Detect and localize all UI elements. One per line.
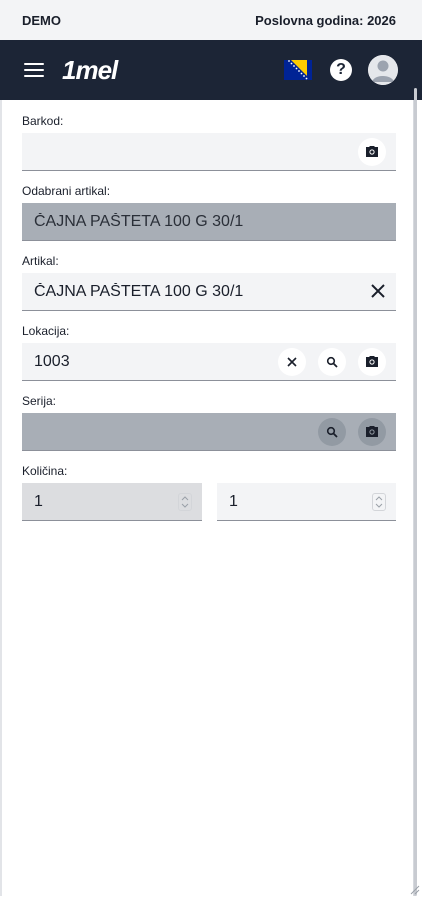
avatar-icon[interactable] bbox=[368, 55, 398, 85]
navbar: 1mel ? bbox=[0, 40, 422, 100]
search-icon bbox=[318, 418, 346, 446]
barkod-label: Barkod: bbox=[22, 114, 396, 128]
search-icon[interactable] bbox=[318, 348, 346, 376]
stepper-icon bbox=[178, 493, 192, 511]
company-name: DEMO bbox=[22, 13, 61, 28]
menu-icon[interactable] bbox=[24, 63, 44, 77]
odabrani-artikal-label: Odabrani artikal: bbox=[22, 184, 396, 198]
form-panel: Barkod: Odabrani artikal: ČAJNA PAŠTETA … bbox=[0, 100, 415, 896]
camera-icon[interactable] bbox=[358, 138, 386, 166]
barkod-field: Barkod: bbox=[22, 114, 396, 171]
artikal-label: Artikal: bbox=[22, 254, 396, 268]
camera-icon bbox=[358, 418, 386, 446]
resize-grip-icon[interactable] bbox=[408, 882, 420, 894]
odabrani-artikal-input: ČAJNA PAŠTETA 100 G 30/1 bbox=[22, 203, 396, 241]
help-icon[interactable]: ? bbox=[330, 59, 352, 81]
top-status-bar: DEMO Poslovna godina: 2026 bbox=[0, 0, 422, 40]
lokacija-field: Lokacija: 1003 bbox=[22, 324, 396, 381]
lokacija-label: Lokacija: bbox=[22, 324, 396, 338]
kolicina-input-2[interactable]: 1 bbox=[217, 483, 396, 521]
camera-icon[interactable] bbox=[358, 348, 386, 376]
clear-icon[interactable] bbox=[370, 281, 386, 303]
fiscal-year: Poslovna godina: 2026 bbox=[255, 13, 396, 28]
kolicina-field: Količina: 1 1 bbox=[22, 464, 396, 521]
odabrani-artikal-field: Odabrani artikal: ČAJNA PAŠTETA 100 G 30… bbox=[22, 184, 396, 241]
stepper-icon[interactable] bbox=[372, 493, 386, 511]
artikal-input[interactable]: ČAJNA PAŠTETA 100 G 30/1 bbox=[22, 273, 396, 311]
bosnia-flag-icon[interactable] bbox=[284, 60, 312, 80]
serija-input bbox=[22, 413, 396, 451]
scrollbar[interactable] bbox=[414, 88, 417, 896]
clear-icon[interactable] bbox=[278, 348, 306, 376]
barkod-input[interactable] bbox=[22, 133, 396, 171]
app-logo[interactable]: 1mel bbox=[62, 55, 117, 86]
lokacija-input[interactable]: 1003 bbox=[22, 343, 396, 381]
kolicina-input-1: 1 bbox=[22, 483, 202, 521]
serija-label: Serija: bbox=[22, 394, 396, 408]
artikal-field: Artikal: ČAJNA PAŠTETA 100 G 30/1 bbox=[22, 254, 396, 311]
kolicina-label: Količina: bbox=[22, 464, 396, 478]
serija-field: Serija: bbox=[22, 394, 396, 451]
